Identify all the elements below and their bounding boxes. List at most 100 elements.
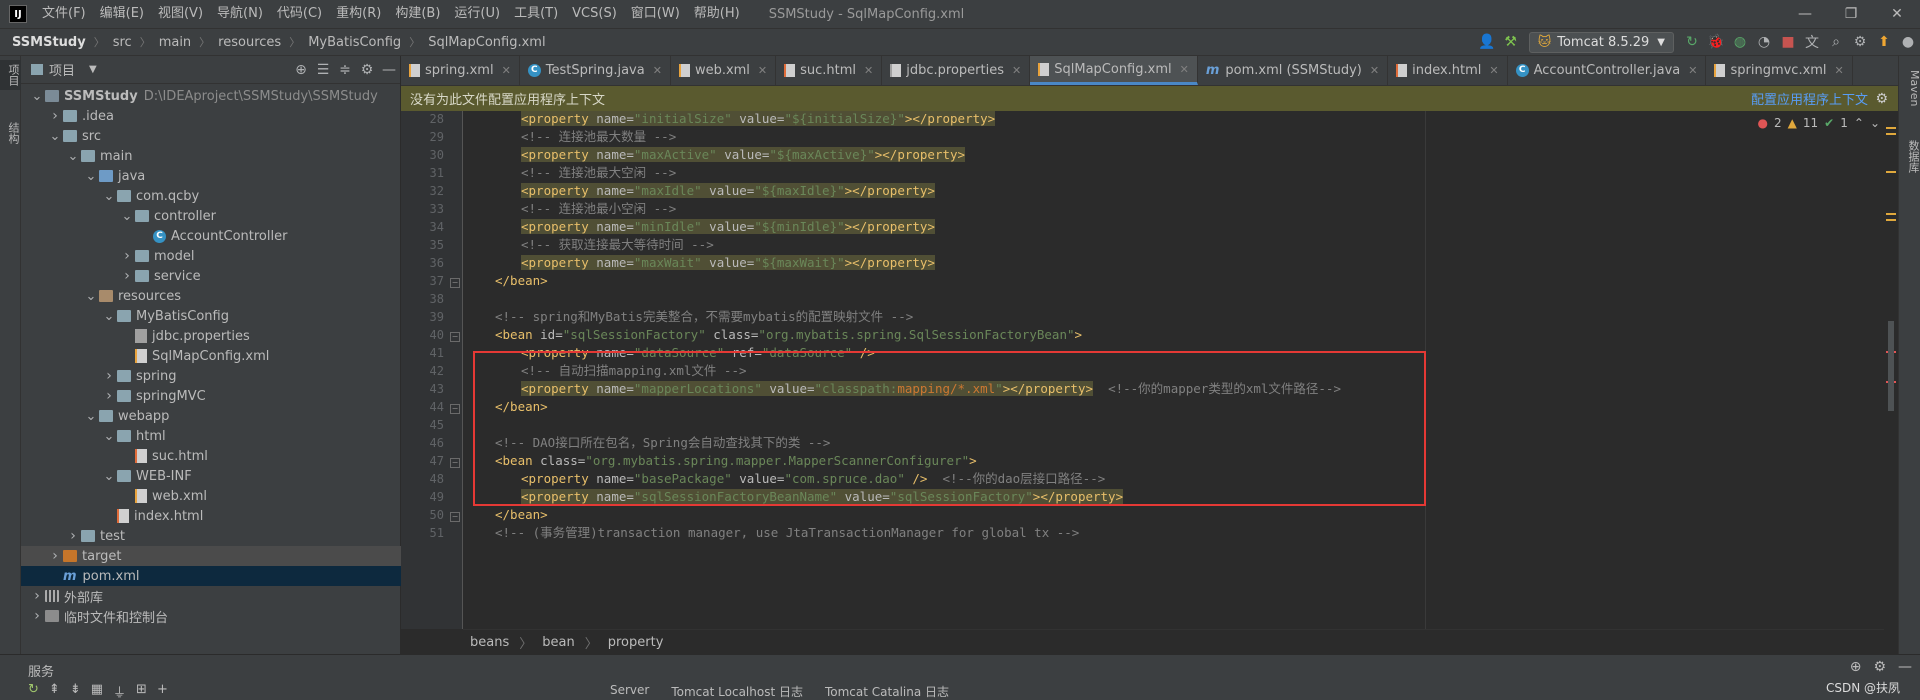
tree-item[interactable]: index.html — [21, 506, 401, 526]
tree-item[interactable]: m pom.xml — [21, 566, 401, 586]
close-tab-icon[interactable]: ✕ — [758, 64, 767, 77]
tree-item[interactable]: ⌄ WEB-INF — [21, 466, 401, 486]
filter-icon[interactable]: ⏚ — [113, 682, 126, 700]
tree-item[interactable]: ⌄ java — [21, 166, 401, 186]
crumb-main[interactable]: main — [157, 35, 193, 50]
search-icon[interactable]: ⌕ — [1824, 34, 1848, 50]
chevron-right-icon[interactable]: › — [119, 268, 135, 284]
tree-item[interactable]: SqlMapConfig.xml — [21, 346, 401, 366]
editor-tab[interactable]: C TestSpring.java ✕ — [520, 56, 671, 85]
warning-mark[interactable] — [1886, 127, 1896, 129]
collapse-icon[interactable]: ⇞ — [49, 682, 60, 700]
chevron-down-icon[interactable]: ⌄ — [83, 169, 99, 184]
fold-icon[interactable]: − — [450, 458, 460, 468]
chevron-down-icon[interactable]: ⌄ — [101, 429, 117, 444]
tree-item[interactable]: suc.html — [21, 446, 401, 466]
tree-item[interactable]: › 外部库 — [21, 586, 401, 606]
warning-mark[interactable] — [1886, 133, 1896, 135]
tree-item[interactable]: › .idea — [21, 106, 401, 126]
crumb-src[interactable]: src — [111, 35, 134, 50]
avatar[interactable]: ● — [1896, 34, 1920, 50]
fold-icon[interactable]: − — [450, 278, 460, 288]
settings-icon[interactable]: ⚙ — [1848, 34, 1872, 50]
editor-tab[interactable]: springmvc.xml ✕ — [1706, 56, 1853, 85]
menu-item-6[interactable]: 构建(B) — [388, 0, 447, 28]
expand-all-icon[interactable]: ≑ — [334, 62, 356, 78]
chevron-down-icon[interactable]: ⌄ — [101, 309, 117, 324]
editor-tab[interactable]: SqlMapConfig.xml ✕ — [1030, 56, 1198, 85]
close-tab-icon[interactable]: ✕ — [864, 64, 873, 77]
menu-item-2[interactable]: 视图(V) — [151, 0, 210, 28]
tree-item[interactable]: › target — [21, 546, 401, 566]
menu-item-3[interactable]: 导航(N) — [210, 0, 270, 28]
crumb-file[interactable]: SqlMapConfig.xml — [426, 35, 547, 50]
tab-maven[interactable]: Maven — [1899, 66, 1920, 110]
menu-item-11[interactable]: 帮助(H) — [687, 0, 747, 28]
editor-tab[interactable]: m pom.xml (SSMStudy) ✕ — [1198, 56, 1389, 85]
fold-icon[interactable]: − — [450, 512, 460, 522]
group-icon[interactable]: ▦ — [91, 682, 103, 700]
menu-item-7[interactable]: 运行(U) — [447, 0, 507, 28]
collapse-all-icon[interactable]: ☰ — [312, 62, 334, 78]
tree-item[interactable]: ⌄ controller — [21, 206, 401, 226]
tree-item[interactable]: › springMVC — [21, 386, 401, 406]
crumb-property[interactable]: property — [608, 635, 664, 650]
chevron-down-icon[interactable]: ⌄ — [101, 469, 117, 484]
tree-item[interactable]: › test — [21, 526, 401, 546]
editor-tab[interactable]: index.html ✕ — [1388, 56, 1508, 85]
close-tab-icon[interactable]: ✕ — [502, 64, 511, 77]
warning-mark[interactable] — [1886, 171, 1896, 173]
gear-icon[interactable]: ⚙ — [1875, 91, 1888, 107]
tree-item[interactable]: › spring — [21, 366, 401, 386]
crumb-resources[interactable]: resources — [216, 35, 283, 50]
run-configuration-select[interactable]: 🐱 Tomcat 8.5.29 ▼ — [1528, 31, 1674, 53]
chevron-right-icon[interactable]: › — [29, 588, 45, 604]
translate-icon[interactable]: 文 — [1800, 32, 1824, 52]
tree-item[interactable]: ⌄ webapp — [21, 406, 401, 426]
inspection-widget[interactable]: ● 2 ▲ 11 ✔ 1 ⌃ ⌄ — [1752, 116, 1880, 130]
chevron-down-icon[interactable]: ⌄ — [65, 149, 81, 164]
coverage-icon[interactable]: ◍ — [1728, 34, 1752, 50]
hide-icon[interactable]: — — [1898, 659, 1912, 675]
maximize-button[interactable]: ❐ — [1828, 0, 1874, 28]
close-tab-icon[interactable]: ✕ — [1489, 64, 1498, 77]
tab-server[interactable]: Server — [610, 683, 649, 700]
close-tab-icon[interactable]: ✕ — [1370, 64, 1379, 77]
tab-project-tool[interactable]: 项目 — [0, 60, 21, 90]
menu-item-0[interactable]: 文件(F) — [35, 0, 93, 28]
crumb-beans[interactable]: beans — [470, 635, 509, 650]
profile-icon[interactable]: ◔ — [1752, 34, 1776, 50]
menu-item-10[interactable]: 窗口(W) — [624, 0, 687, 28]
editor-tab[interactable]: spring.xml ✕ — [401, 56, 520, 85]
tree-item[interactable]: › service — [21, 266, 401, 286]
gear-icon[interactable]: ⚙ — [1873, 659, 1886, 675]
globe-icon[interactable]: ⊕ — [1850, 659, 1862, 675]
tab-database[interactable]: 数据库 — [1899, 136, 1920, 177]
editor-tab[interactable]: suc.html ✕ — [776, 56, 883, 85]
debug-icon[interactable]: 🐞 — [1704, 34, 1728, 50]
chevron-right-icon[interactable]: › — [65, 528, 81, 544]
tree-item[interactable]: ⌄ SSMStudy D:\IDEAproject\SSMStudy\SSMStud… — [21, 86, 401, 106]
tab-tomcat-catalina-log[interactable]: Tomcat Catalina 日志 — [825, 683, 949, 700]
chevron-down-icon[interactable]: ⌄ — [47, 129, 63, 144]
close-tab-icon[interactable]: ✕ — [1012, 64, 1021, 77]
add-icon[interactable]: + — [157, 682, 168, 700]
menu-item-5[interactable]: 重构(R) — [329, 0, 388, 28]
tree-item[interactable]: ⌄ com.qcby — [21, 186, 401, 206]
close-tab-icon[interactable]: ✕ — [1688, 64, 1697, 77]
rerun-icon[interactable]: ↻ — [1680, 34, 1704, 50]
tree-item[interactable]: › 临时文件和控制台 — [21, 606, 401, 626]
locate-icon[interactable]: ⊕ — [290, 62, 312, 78]
tree-item[interactable]: ⌄ resources — [21, 286, 401, 306]
editor-tab[interactable]: jdbc.properties ✕ — [882, 56, 1031, 85]
menu-item-1[interactable]: 编辑(E) — [93, 0, 151, 28]
editor-tab[interactable]: web.xml ✕ — [671, 56, 777, 85]
tab-tomcat-localhost-log[interactable]: Tomcat Localhost 日志 — [671, 683, 803, 700]
chevron-down-icon[interactable]: ⌄ — [29, 89, 45, 104]
scrollbar-thumb[interactable] — [1888, 321, 1894, 411]
expand-icon[interactable]: ⇟ — [70, 682, 81, 700]
close-window-button[interactable]: ✕ — [1874, 0, 1920, 28]
tree-item[interactable]: ⌄ html — [21, 426, 401, 446]
configure-context-link[interactable]: 配置应用程序上下文 — [1751, 89, 1868, 108]
chevron-right-icon[interactable]: › — [101, 368, 117, 384]
